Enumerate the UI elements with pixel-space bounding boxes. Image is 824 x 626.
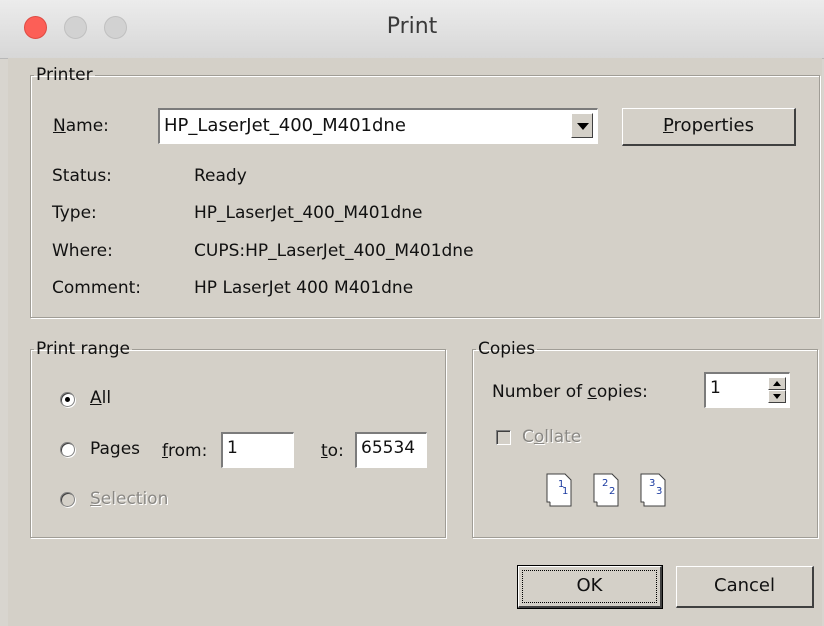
to-input[interactable]: 65534 [355,432,427,468]
from-label: from: [162,441,208,461]
collate-pages-icon: 1 1 2 2 3 3 [546,473,666,507]
from-input[interactable]: 1 [221,432,294,468]
collate-page-3-back: 3 [649,478,655,489]
name-label: Name: [53,116,109,136]
selection-radio[interactable] [60,492,75,507]
collate-checkbox[interactable] [496,430,511,445]
print-dialog: Printer Name: HP_LaserJet_400_M401dne Pr… [8,58,822,626]
copies-legend: Copies [478,339,536,359]
spinner-up-icon[interactable] [768,377,786,390]
printer-group: Printer [30,66,820,318]
printer-name-select[interactable]: HP_LaserJet_400_M401dne [158,108,598,144]
spinner-down-icon[interactable] [768,390,786,403]
pages-radio[interactable] [60,442,75,457]
all-label[interactable]: All [90,388,111,408]
to-label: to: [321,441,344,461]
comment-label: Comment: [52,278,142,298]
collate-page-set-3: 3 3 [640,473,666,507]
status-label: Status: [52,166,112,186]
status-value: Ready [194,166,247,186]
ok-button[interactable]: OK [517,565,663,609]
print-range-legend: Print range [36,339,130,359]
collate-label[interactable]: Collate [522,427,581,447]
type-label: Type: [52,203,97,223]
selection-label[interactable]: Selection [90,489,168,509]
pages-label[interactable]: Pages [90,439,140,459]
collate-page-1-front: 1 [562,486,568,497]
copies-spinner[interactable] [768,377,786,403]
window-title: Print [386,14,438,39]
printer-group-legend: Printer [36,65,93,85]
where-value: CUPS:HP_LaserJet_400_M401dne [194,241,474,261]
properties-button[interactable]: Properties [622,108,796,146]
copies-value: 1 [710,378,721,398]
ok-focus-ring [522,570,657,603]
collate-page-2-front: 2 [609,486,615,497]
chevron-down-icon[interactable] [571,113,593,138]
printer-name-value: HP_LaserJet_400_M401dne [164,115,406,136]
collate-page-2-back: 2 [602,478,608,489]
type-value: HP_LaserJet_400_M401dne [194,203,423,223]
all-radio[interactable] [60,392,75,407]
number-of-copies-label: Number of copies: [492,382,648,402]
cancel-button[interactable]: Cancel [676,566,814,608]
comment-value: HP LaserJet 400 M401dne [194,278,414,298]
collate-page-set-2: 2 2 [593,473,619,507]
collate-page-3-front: 3 [656,486,662,497]
title-bar: Print [0,0,824,59]
where-label: Where: [52,241,113,261]
collate-page-set-1: 1 1 [546,473,572,507]
